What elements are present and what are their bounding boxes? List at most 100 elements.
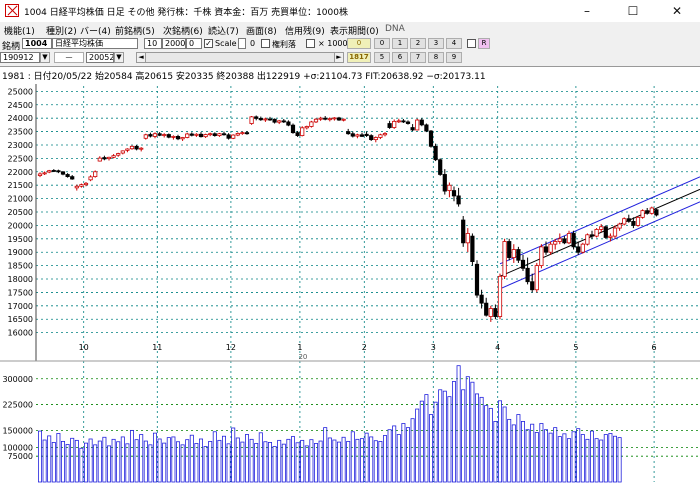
candle (603, 225, 608, 239)
candle-body (631, 220, 636, 226)
from-date-select[interactable]: 190912 (0, 52, 40, 63)
scale-checkbox[interactable]: ✓ (204, 39, 213, 48)
candle (428, 129, 434, 148)
minimize-button[interactable]: – (564, 0, 610, 22)
name-field[interactable]: 日経平均株価 (52, 38, 138, 49)
candle-body (474, 263, 480, 296)
candle-body (493, 308, 498, 317)
digit-button-7[interactable]: 7 (410, 52, 426, 63)
digit-button-1[interactable]: 1 (392, 38, 408, 49)
digit-button-4[interactable]: 4 (446, 38, 462, 49)
to-date-select[interactable]: 200522 (86, 52, 114, 63)
candle-body (553, 241, 558, 245)
window-title: 1004 日経平均株価 日足 その他 発行株：千株 資本金：百万 売買単位：10… (24, 8, 348, 18)
candle-body (235, 133, 240, 136)
candle-body (258, 118, 263, 121)
code-field[interactable]: 1004 (22, 38, 52, 49)
menu-period[interactable]: 表示期間(0) (330, 24, 379, 37)
digit-button-5[interactable]: 5 (374, 52, 390, 63)
candle-body (97, 157, 102, 162)
month-label: 10 (79, 343, 89, 352)
digit-button-9[interactable]: 9 (446, 52, 462, 63)
candle (516, 246, 521, 263)
digit-button-6[interactable]: 6 (392, 52, 408, 63)
menu-screen[interactable]: 画面(8) (246, 24, 277, 37)
from-date-dropdown-icon[interactable]: ▼ (40, 52, 50, 63)
candle-body (585, 234, 590, 245)
candle-body (456, 195, 461, 205)
margin-checkbox[interactable] (261, 39, 270, 48)
menu-function[interactable]: 機能(1) (4, 24, 35, 37)
to-date-dropdown-icon[interactable]: ▼ (114, 52, 124, 63)
candle-body (382, 133, 388, 136)
menu-margin[interactable]: 信用残(9) (285, 24, 325, 37)
candle-body (520, 259, 526, 269)
candle-body (442, 174, 447, 192)
price-tick-label: 21000 (8, 195, 33, 204)
close-button[interactable]: ✕ (654, 0, 700, 22)
scroll-right-icon[interactable]: ► (334, 52, 344, 63)
menu-type[interactable]: 種別(2) (46, 24, 77, 37)
candle-body (488, 308, 493, 317)
candle-body (244, 132, 250, 135)
candle-body (603, 226, 608, 238)
candle-body (580, 243, 585, 253)
menu-dna[interactable]: DNA (385, 24, 405, 34)
scale-value: 0 (250, 39, 256, 48)
candle-body (323, 117, 328, 120)
param-field-1[interactable]: 10 (144, 38, 162, 49)
mult-checkbox[interactable] (306, 39, 315, 48)
candle-body (355, 134, 360, 137)
candle-body (332, 117, 337, 120)
digit-button-2[interactable]: 2 (410, 38, 426, 49)
r-checkbox[interactable] (467, 39, 476, 48)
menu-next-stock[interactable]: 次銘柄(6) (163, 24, 203, 37)
chart-background (0, 82, 700, 483)
candle (369, 134, 374, 141)
digit-button-3[interactable]: 3 (428, 38, 444, 49)
menu-bar: 機能(1) 種別(2) バー(4) 前銘柄(5) 次銘柄(6) 読込(7) 画面… (0, 22, 700, 37)
candle-body (341, 118, 346, 121)
candle-body (304, 126, 309, 129)
candle-body (405, 121, 411, 124)
candle (507, 238, 512, 261)
candle-body (548, 243, 553, 253)
r-button[interactable]: R (478, 38, 490, 49)
candle-body (461, 219, 466, 244)
candle-body (516, 249, 521, 261)
candle-body (129, 145, 135, 150)
margin-label: 権利落 (272, 40, 296, 49)
candle-body (70, 176, 75, 180)
candle-body (649, 207, 654, 214)
candle-body (277, 120, 282, 123)
candle-body (300, 127, 305, 136)
candle-body (37, 173, 43, 176)
candle-body (194, 133, 199, 136)
menu-load[interactable]: 読込(7) (208, 24, 239, 37)
candle-body (286, 121, 291, 126)
month-label: 1 (297, 343, 302, 352)
param-field-3[interactable]: 0 (186, 38, 202, 49)
digit-button-8[interactable]: 8 (428, 52, 444, 63)
count-top: 0 (347, 38, 371, 49)
maximize-button[interactable]: ☐ (610, 0, 656, 22)
candle-body (111, 155, 116, 158)
month-label: 5 (573, 343, 578, 352)
price-tick-label: 23000 (8, 141, 33, 150)
param-field-2[interactable]: 2000 (162, 38, 186, 49)
candle-body (364, 133, 369, 136)
scroll-left-icon[interactable]: ◄ (136, 52, 146, 63)
window-title-bar: 1004 日経平均株価 日足 その他 発行株：千株 資本金：百万 売買単位：10… (0, 0, 700, 23)
candle-body (497, 275, 503, 317)
period-scrollbar-track[interactable] (146, 52, 334, 63)
menu-prev-stock[interactable]: 前銘柄(5) (115, 24, 155, 37)
mult-label: × 1000 (318, 39, 348, 48)
candle (539, 244, 544, 269)
chart-area[interactable]: 2500024500240002350023000225002200021500… (0, 82, 700, 483)
digit-button-0[interactable]: 0 (374, 38, 390, 49)
candle (313, 118, 319, 123)
scale-min-field[interactable] (238, 38, 246, 49)
menu-bar-type[interactable]: バー(4) (80, 24, 111, 37)
candle-body (116, 153, 121, 156)
candle-body (125, 148, 130, 151)
